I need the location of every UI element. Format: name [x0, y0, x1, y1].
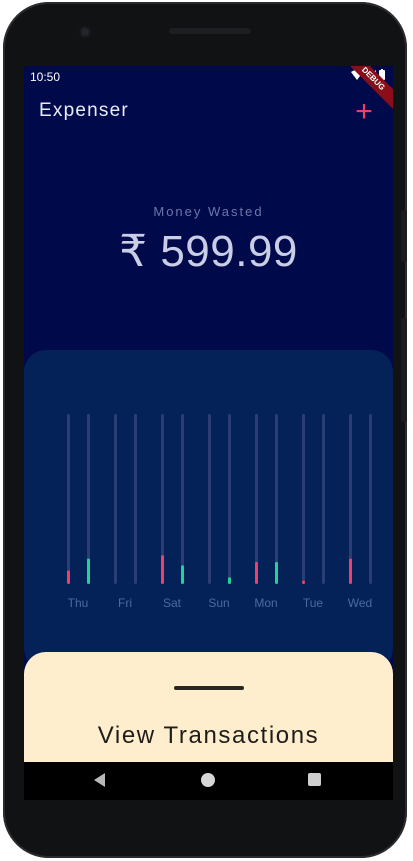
sheet-drag-handle[interactable]	[174, 686, 244, 690]
bar-track	[67, 414, 70, 584]
day-label: Sat	[162, 596, 181, 610]
bar-track	[228, 414, 231, 584]
chart-bar	[161, 555, 164, 584]
chart-bar	[302, 580, 305, 584]
bar-track	[114, 414, 117, 584]
bar-track	[134, 414, 137, 584]
status-time: 10:50	[30, 70, 61, 84]
day-label: Wed	[347, 596, 373, 610]
chart-bar	[255, 561, 258, 584]
phone-frame: 10:50 DEBUG Expenser + Money Wasted ₹ 59…	[3, 2, 407, 858]
chart-bar	[228, 577, 231, 584]
add-expense-button[interactable]: +	[349, 95, 379, 128]
status-bar: 10:50 DEBUG	[24, 66, 393, 114]
chart-bar	[87, 558, 90, 584]
power-button	[401, 318, 407, 422]
back-icon[interactable]	[94, 773, 105, 787]
bar-track	[255, 414, 258, 584]
navigation-bar	[24, 762, 393, 800]
bar-track	[208, 414, 211, 584]
front-camera	[79, 26, 91, 38]
app-title: Expenser	[39, 100, 129, 121]
earpiece-speaker	[169, 28, 251, 34]
total-amount: ₹ 599.99	[119, 227, 298, 276]
plus-icon: +	[355, 95, 373, 128]
summary-label: Money Wasted	[153, 204, 264, 219]
bar-track	[181, 414, 184, 584]
day-label: Thu	[67, 596, 89, 610]
day-label: Sun	[208, 596, 230, 610]
view-transactions-label[interactable]: View Transactions	[24, 722, 393, 750]
home-icon[interactable]	[201, 773, 215, 787]
day-label: Tue	[302, 596, 324, 610]
day-label: Mon	[254, 596, 278, 610]
bar-track	[275, 414, 278, 584]
chart-bar	[349, 558, 352, 584]
bar-track	[322, 414, 325, 584]
chart-bar	[181, 565, 184, 584]
weekly-chart	[67, 414, 372, 584]
weekly-chart-card: Thu Fri Sat Sun Mon Tue Wed	[24, 350, 393, 670]
app-screen: 10:50 DEBUG Expenser + Money Wasted ₹ 59…	[24, 66, 393, 800]
recent-apps-icon[interactable]	[308, 773, 321, 786]
day-label: Fri	[118, 596, 132, 610]
chart-bar	[275, 561, 278, 584]
chart-bar	[67, 570, 70, 584]
bar-track	[369, 414, 372, 584]
bar-track	[302, 414, 305, 584]
volume-button	[401, 210, 407, 262]
